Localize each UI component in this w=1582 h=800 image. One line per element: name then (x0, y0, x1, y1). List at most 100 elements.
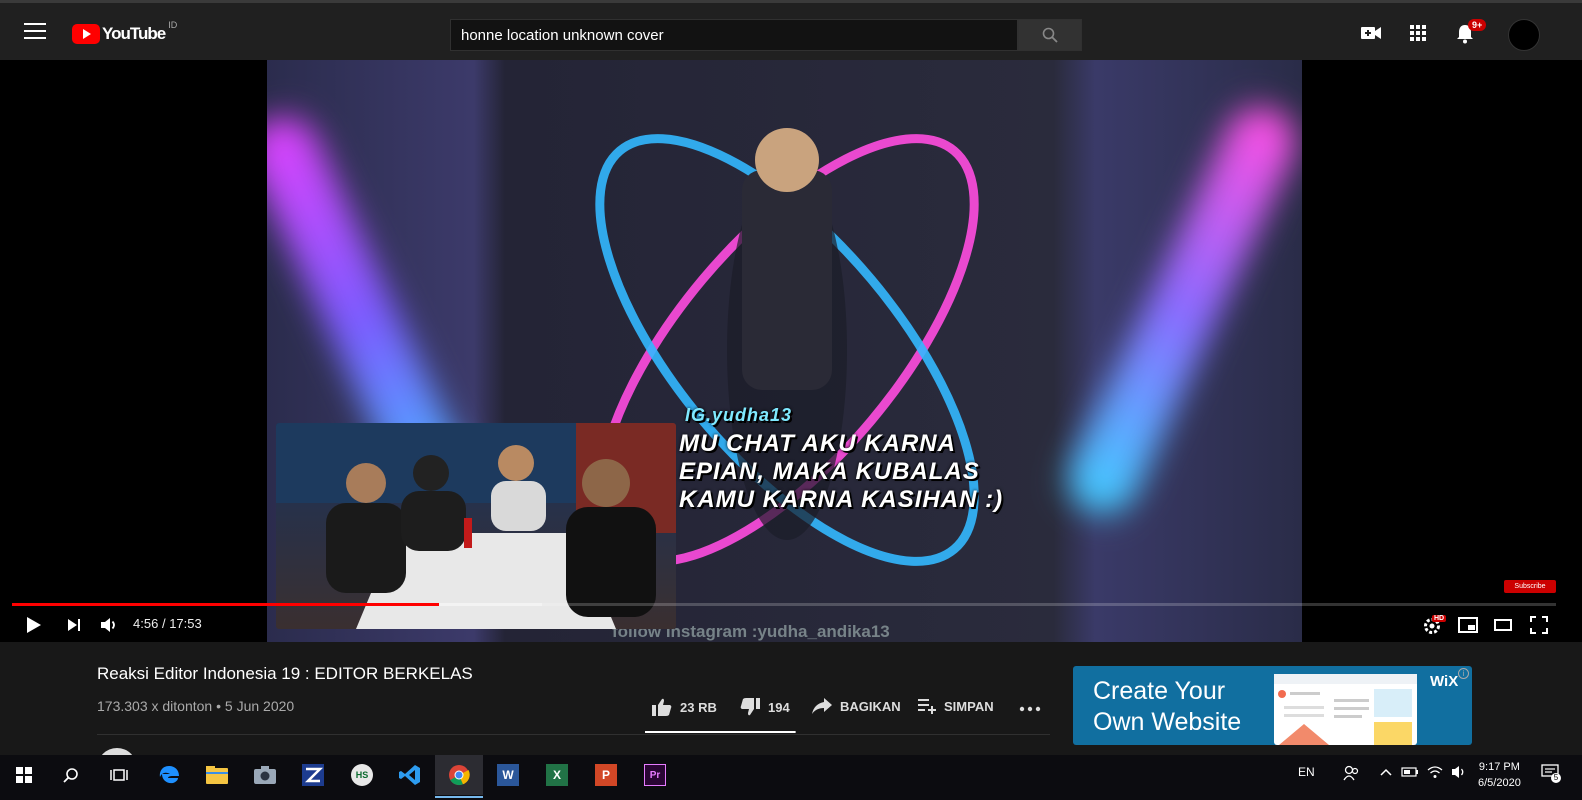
wifi-icon[interactable] (1427, 765, 1443, 779)
excel-icon: X (546, 764, 568, 786)
volume-icon[interactable] (100, 617, 118, 633)
hs-icon: HS (351, 764, 373, 786)
people-icon[interactable] (1343, 765, 1359, 781)
like-button[interactable]: 23 RB (652, 698, 717, 716)
hd-badge: HD (1432, 615, 1447, 622)
taskbar-premiere[interactable]: Pr (631, 755, 679, 795)
task-view[interactable] (95, 755, 143, 795)
search-button[interactable] (1018, 19, 1082, 51)
view-count: 173.303 x ditonton (97, 698, 213, 714)
next-video-icon[interactable] (67, 618, 81, 632)
battery-icon[interactable] (1401, 766, 1419, 778)
reaction-camera-inset (276, 423, 676, 629)
dislike-button[interactable]: 194 (740, 698, 790, 716)
system-clock[interactable]: 9:17 PM 6/5/2020 (1478, 759, 1521, 791)
logo-text: YouTube (102, 24, 166, 43)
vscode-icon (399, 765, 420, 785)
hs-label: HS (355, 770, 369, 780)
youtube-play-icon (72, 24, 100, 44)
search-bar (450, 19, 1082, 51)
action-center-count: 5 (1551, 773, 1561, 783)
overlay-handle: IG.yudha13 (685, 405, 793, 425)
play-icon[interactable] (26, 616, 42, 634)
ad-line-1: Create Your (1093, 677, 1226, 705)
taskbar-chrome[interactable] (435, 755, 483, 798)
overlay-line-1: MU CHAT AKU KARNA (679, 430, 956, 457)
show-hidden-icons-chevron-icon[interactable] (1380, 768, 1392, 776)
share-label: BAGIKAN (840, 698, 901, 714)
playlist-add-icon (918, 699, 936, 714)
upload-date: 5 Jun 2020 (224, 698, 295, 714)
thumbs-down-icon (740, 698, 760, 716)
clock-time: 9:17 PM (1478, 761, 1520, 773)
thumbs-up-icon (652, 698, 672, 716)
taskbar-search-icon (63, 768, 78, 783)
word-label: W (502, 768, 514, 782)
dislike-count: 194 (768, 699, 790, 715)
camera-icon (254, 766, 276, 784)
progress-bar[interactable] (12, 603, 1556, 606)
word-icon: W (497, 764, 519, 786)
app-z-icon (302, 764, 324, 786)
speaker-icon[interactable] (1451, 765, 1467, 779)
menu-icon[interactable] (24, 23, 46, 41)
create-video-icon[interactable] (1361, 26, 1381, 40)
task-view-icon (110, 769, 128, 781)
start-button[interactable] (0, 755, 48, 795)
theater-mode-icon[interactable] (1494, 619, 1512, 631)
subscribe-watermark[interactable]: Subscribe (1504, 580, 1556, 593)
sentiment-bar-likes (645, 731, 795, 733)
taskbar-file-explorer[interactable] (193, 755, 241, 795)
time-total: 17:53 (169, 616, 202, 631)
excel-label: X (552, 768, 561, 782)
ad-website-mockup (1274, 674, 1417, 745)
chrome-icon (449, 765, 470, 786)
windows-start-icon (16, 767, 32, 783)
share-arrow-icon (812, 698, 832, 714)
miniplayer-icon[interactable] (1458, 617, 1478, 633)
sentiment-bar (645, 731, 796, 733)
meta-dot: • (216, 698, 222, 714)
taskbar-camera[interactable] (241, 755, 289, 795)
fullscreen-icon[interactable] (1530, 616, 1548, 634)
video-title: Reaksi Editor Indonesia 19 : EDITOR BERK… (97, 664, 473, 683)
time-current: 4:56 (133, 616, 159, 631)
ad-headline: Create Your Own Website (1093, 676, 1241, 738)
youtube-logo[interactable]: YouTube ID (72, 20, 178, 46)
taskbar-vscode[interactable] (386, 755, 434, 795)
logo-region: ID (168, 20, 178, 30)
notification-badge: 9+ (1468, 19, 1487, 31)
ad-info-icon[interactable]: i (1458, 668, 1469, 679)
input-language[interactable]: EN (1298, 765, 1315, 779)
like-count: 23 RB (680, 699, 717, 715)
apps-grid-icon[interactable] (1410, 25, 1426, 41)
reaction-people-graphic (276, 423, 676, 629)
windows-taskbar: HS W X P Pr EN 9:17 PM 6/5/2020 5 (0, 755, 1582, 800)
taskbar-edge[interactable] (145, 755, 193, 795)
account-avatar[interactable] (1508, 19, 1540, 51)
ad-brand-logo: WiX (1430, 673, 1459, 690)
video-meta: 173.303 x ditonton • 5 Jun 2020 (97, 698, 294, 714)
taskbar-excel[interactable]: X (533, 755, 581, 795)
taskbar-search[interactable] (47, 755, 95, 795)
video-player[interactable]: IG.yudha13 MU CHAT AKU KARNA EPIAN, MAKA… (0, 60, 1582, 642)
taskbar-hs[interactable]: HS (338, 755, 386, 795)
taskbar-powerpoint[interactable]: P (582, 755, 630, 795)
share-button[interactable]: BAGIKAN (812, 698, 901, 714)
time-display: 4:56 / 17:53 (133, 616, 202, 631)
save-button[interactable]: SIMPAN (918, 698, 994, 714)
save-label: SIMPAN (944, 698, 994, 714)
powerpoint-icon: P (595, 764, 617, 786)
overlay-line-3: KAMU KARNA KASIHAN :) (679, 486, 1004, 513)
edge-icon (159, 766, 179, 784)
action-center-button[interactable]: 5 (1541, 764, 1561, 784)
search-input[interactable] (450, 19, 1018, 51)
premiere-label: Pr (649, 769, 661, 781)
taskbar-app-z[interactable] (289, 755, 337, 795)
more-actions-icon[interactable] (1019, 706, 1041, 712)
ad-banner[interactable]: Create Your Own Website WiX (1073, 666, 1472, 745)
search-icon (1042, 27, 1058, 43)
time-separator: / (161, 616, 166, 631)
taskbar-word[interactable]: W (484, 755, 532, 795)
overlay-line-2: EPIAN, MAKA KUBALAS (679, 458, 980, 485)
